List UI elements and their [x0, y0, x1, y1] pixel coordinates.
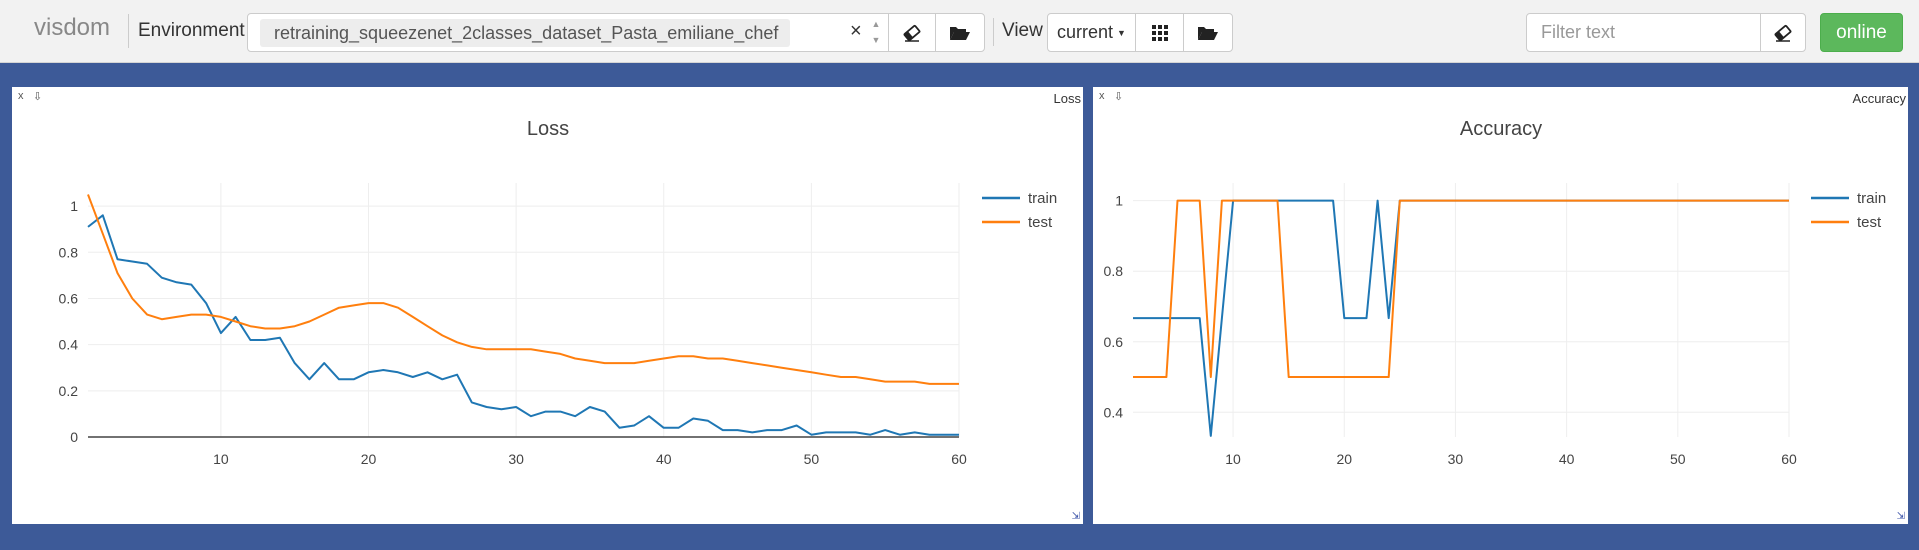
x-tick-label: 30 — [508, 451, 524, 467]
environment-spinner[interactable]: ▲ ▼ — [868, 16, 884, 48]
series-line-train — [87, 214, 959, 436]
pane-title: Accuracy — [1852, 91, 1906, 106]
resize-handle-icon[interactable]: ⇲ — [1897, 511, 1905, 522]
app-logo: visdom — [34, 14, 111, 41]
accuracy-pane[interactable]: x ⇩ Accuracy Accuracy 10 20 30 40 50 60 0.4 0.6 0… — [1093, 87, 1908, 524]
x-tick-label: 60 — [951, 451, 967, 467]
divider — [993, 18, 994, 46]
environment-select[interactable]: retraining_squeezenet_2classes_dataset_P… — [247, 13, 937, 52]
resize-handle-icon[interactable]: ⇲ — [1072, 511, 1080, 522]
close-pane-button[interactable]: x — [1099, 90, 1105, 102]
download-icon[interactable]: ⇩ — [33, 90, 42, 103]
download-icon[interactable]: ⇩ — [1114, 90, 1123, 103]
online-status-button[interactable]: online — [1820, 13, 1903, 52]
x-tick-label: 10 — [213, 451, 229, 467]
legend-label-train: train — [1028, 190, 1057, 207]
view-value: current — [1057, 22, 1114, 42]
chevron-down-icon[interactable]: ▼ — [868, 32, 884, 48]
x-tick-label: 50 — [804, 451, 820, 467]
toolbar: visdom Environment retraining_squeezenet… — [0, 0, 1919, 63]
x-tick-label: 30 — [1448, 451, 1464, 467]
legend-label-test: test — [1028, 214, 1053, 231]
x-tick-label: 60 — [1781, 451, 1797, 467]
legend-label-train: train — [1857, 190, 1886, 207]
x-tick-label: 20 — [1336, 451, 1352, 467]
y-tick-label: 0.8 — [59, 244, 79, 260]
caret-down-icon: ▼ — [1117, 27, 1126, 38]
y-tick-label: 0.6 — [59, 290, 79, 306]
chevron-up-icon[interactable]: ▲ — [868, 16, 884, 32]
x-tick-label: 40 — [656, 451, 672, 467]
legend-label-test: test — [1857, 214, 1882, 231]
y-tick-label: 1 — [70, 198, 78, 214]
loss-pane[interactable]: x ⇩ Loss Loss 10 20 30 40 50 60 0 0.2 0.4 0.6 0.8 1 t… — [12, 87, 1083, 524]
accuracy-chart[interactable]: Accuracy 10 20 30 40 50 60 0.4 0.6 0.8 1 train test — [1093, 87, 1908, 524]
y-tick-label: 0 — [70, 429, 78, 445]
y-tick-label: 0.2 — [59, 383, 79, 399]
environment-tag[interactable]: retraining_squeezenet_2classes_dataset_P… — [260, 19, 790, 47]
divider — [128, 14, 129, 48]
chart-title: Accuracy — [1460, 118, 1542, 140]
y-tick-label: 1 — [1115, 193, 1123, 209]
manage-env-button[interactable] — [935, 13, 985, 52]
y-tick-label: 0.6 — [1104, 334, 1124, 350]
series-line-test — [87, 194, 959, 385]
repack-grid-button[interactable] — [1135, 13, 1184, 52]
eraser-icon — [1774, 24, 1792, 42]
clear-env-button[interactable] — [888, 13, 936, 52]
clear-environment-button[interactable]: × — [850, 20, 862, 43]
view-label: View — [1002, 20, 1043, 41]
x-tick-label: 50 — [1670, 451, 1686, 467]
loss-chart[interactable]: Loss 10 20 30 40 50 60 0 0.2 0.4 0.6 0.8 1 train test — [12, 87, 1083, 524]
series-line-train — [1133, 199, 1789, 437]
view-dropdown[interactable]: current ▼ — [1047, 13, 1136, 52]
y-tick-label: 0.4 — [59, 337, 79, 353]
clear-filter-button[interactable] — [1760, 13, 1806, 52]
folder-open-icon — [1198, 26, 1218, 40]
pane-title: Loss — [1053, 91, 1081, 106]
y-tick-label: 0.8 — [1104, 263, 1124, 279]
filter-input[interactable]: Filter text — [1526, 13, 1761, 52]
close-pane-button[interactable]: x — [18, 90, 24, 102]
folder-open-icon — [950, 26, 970, 40]
eraser-icon — [903, 24, 921, 42]
manage-views-button[interactable] — [1183, 13, 1233, 52]
chart-title: Loss — [527, 118, 569, 140]
y-tick-label: 0.4 — [1104, 404, 1124, 420]
x-tick-label: 20 — [361, 451, 377, 467]
grid-icon — [1151, 24, 1168, 41]
environment-label: Environment — [138, 20, 245, 41]
x-tick-label: 10 — [1225, 451, 1241, 467]
x-tick-label: 40 — [1559, 451, 1575, 467]
